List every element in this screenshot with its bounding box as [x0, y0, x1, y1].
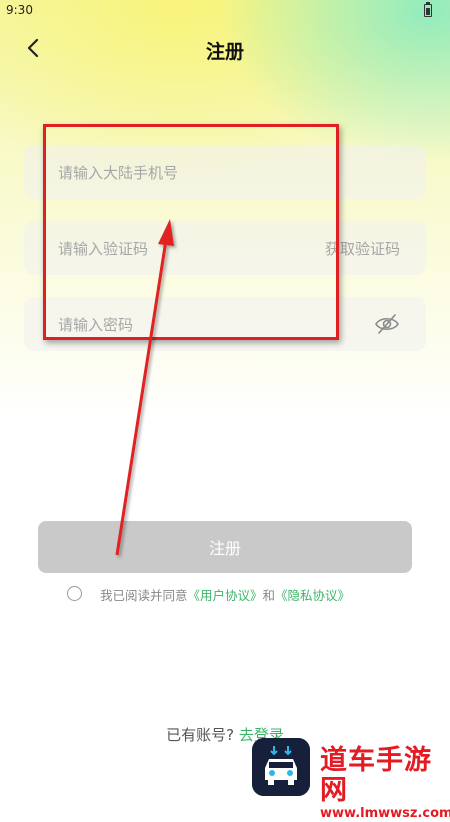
- watermark-site-name: 道车手游网: [320, 745, 432, 806]
- has-account-text: 已有账号?: [166, 726, 235, 744]
- battery-icon: [424, 2, 432, 17]
- privacy-agreement-link[interactable]: 《隐私协议》: [275, 588, 350, 603]
- watermark-text: 道车手游网 www.lmwwsz.com: [320, 745, 450, 822]
- gradient-background: [0, 0, 450, 800]
- watermark-url: www.lmwwsz.com: [320, 806, 450, 821]
- agreement-prefix: 我已阅读并同意: [100, 588, 188, 603]
- agreement-radio[interactable]: [67, 586, 82, 601]
- status-time: 9:30: [6, 3, 33, 17]
- register-button[interactable]: 注册: [38, 521, 412, 573]
- page-title: 注册: [205, 41, 244, 63]
- eye-closed-icon[interactable]: [374, 311, 400, 337]
- login-prompt: 已有账号? 去登录: [0, 724, 450, 745]
- status-bar: 9:30: [0, 0, 450, 20]
- agreement-conjunction: 和: [262, 588, 276, 603]
- agreement-row: 我已阅读并同意《用户协议》和《隐私协议》: [67, 584, 427, 604]
- watermark-logo: [252, 738, 310, 796]
- user-agreement-link[interactable]: 《用户协议》: [188, 588, 263, 603]
- annotation-highlight-box: [43, 124, 339, 340]
